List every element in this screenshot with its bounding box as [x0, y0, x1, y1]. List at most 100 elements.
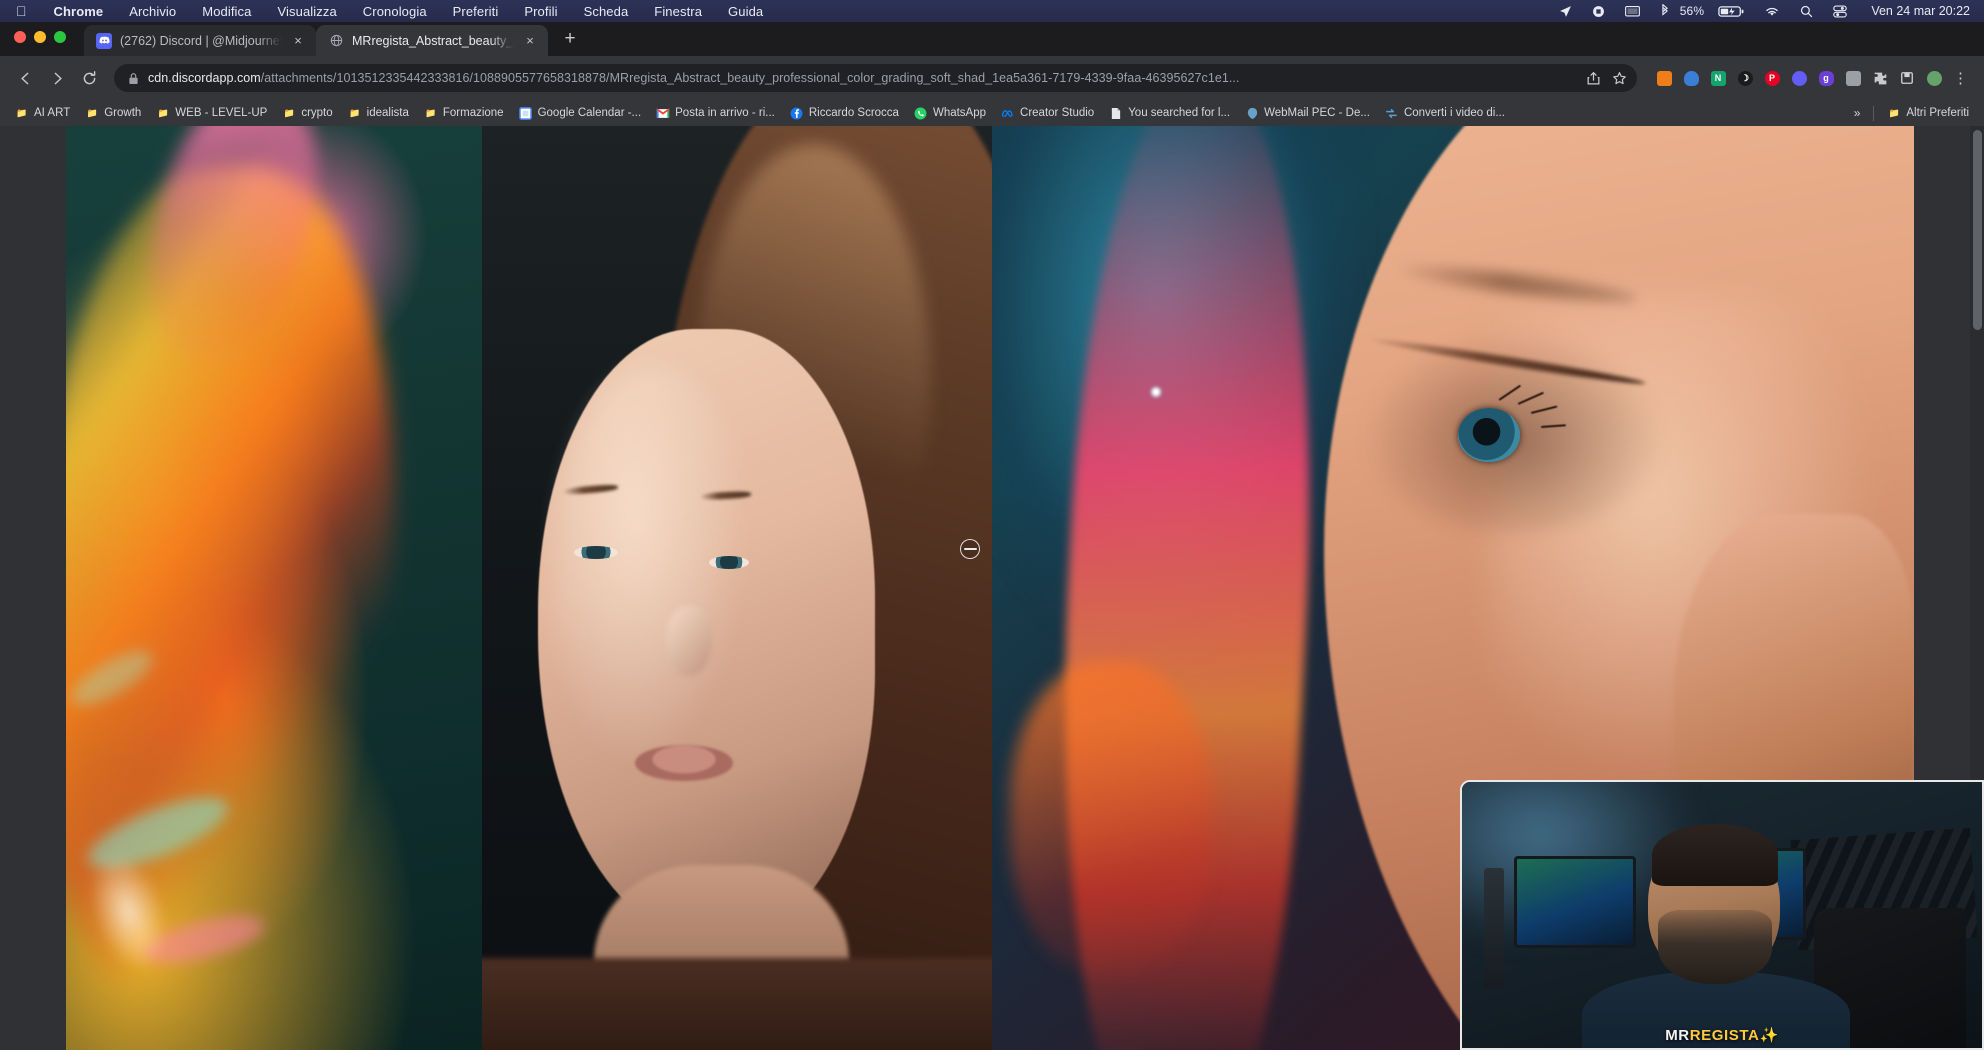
honey-extension-icon[interactable]	[1651, 65, 1677, 91]
avatar-profile-icon[interactable]	[1921, 65, 1947, 91]
person-beard	[1658, 910, 1772, 984]
folder-icon: 📁	[424, 106, 438, 120]
watermark-text: REGISTA	[1690, 1027, 1760, 1044]
shelf-object	[1484, 868, 1504, 988]
bookmark-label: Google Calendar -...	[538, 107, 642, 119]
menu-item-chrome[interactable]: Chrome	[41, 4, 117, 19]
lips-shape	[635, 745, 733, 781]
bookmark-label: Posta in arrivo - ri...	[675, 107, 775, 119]
menu-bar-clock[interactable]: Ven 24 mar 20:22	[1857, 4, 1970, 18]
share-icon[interactable]	[1584, 71, 1601, 86]
record-stop-icon[interactable]	[1582, 5, 1615, 18]
bluetooth-icon[interactable]	[1650, 4, 1680, 18]
menu-item-scheda[interactable]: Scheda	[571, 4, 642, 19]
bookmarks-right-group: » 📁 Altri Preferiti	[1847, 103, 1976, 123]
shield-extension-icon[interactable]	[1678, 65, 1704, 91]
menu-item-profili[interactable]: Profili	[511, 4, 570, 19]
iris-shape	[1458, 408, 1520, 462]
apple-logo-icon[interactable]: 	[12, 3, 41, 19]
bookmark-idealista[interactable]: 📁 idealista	[341, 103, 416, 123]
puzzle-extensions-icon[interactable]	[1867, 65, 1893, 91]
reload-icon[interactable]	[74, 63, 104, 93]
folder-icon: 📁	[156, 106, 170, 120]
lock-icon	[128, 72, 139, 85]
bookmark-webmail-pec[interactable]: WebMail PEC - De...	[1238, 103, 1377, 123]
display-icon[interactable]	[1615, 5, 1650, 18]
folder-icon: 📁	[1887, 106, 1901, 120]
tab-image[interactable]: MRregista_Abstract_beauty_... ×	[316, 25, 548, 56]
menu-item-archivio[interactable]: Archivio	[116, 4, 189, 19]
new-tab-button[interactable]: +	[556, 25, 584, 53]
menu-bar-items:  Chrome Archivio Modifica Visualizza Cr…	[0, 3, 776, 19]
folder-icon: 📁	[282, 106, 296, 120]
globe-icon	[328, 33, 344, 49]
tab-title: MRregista_Abstract_beauty_...	[352, 34, 514, 48]
bookmarks-overflow-button[interactable]: »	[1847, 104, 1868, 122]
bookmark-crypto[interactable]: 📁 crypto	[275, 103, 339, 123]
location-arrow-icon[interactable]	[1549, 5, 1582, 18]
star-icon[interactable]	[1610, 71, 1627, 86]
address-bar[interactable]: cdn.discordapp.com/attachments/101351233…	[114, 64, 1637, 92]
grammar-check-extension-icon[interactable]: g	[1813, 65, 1839, 91]
menu-item-preferiti[interactable]: Preferiti	[440, 4, 512, 19]
bookmark-creator-studio[interactable]: Creator Studio	[994, 103, 1101, 123]
bookmark-converti-video[interactable]: Converti i video di...	[1378, 103, 1512, 123]
loom-extension-icon[interactable]	[1786, 65, 1812, 91]
menu-item-cronologia[interactable]: Cronologia	[350, 4, 440, 19]
bookmark-riccardo-scrocca[interactable]: Riccardo Scrocca	[783, 103, 906, 123]
menu-bar-status-area: 56% Ven 24 mar 20:22	[1549, 4, 1984, 18]
bookmark-label: Converti i video di...	[1404, 107, 1505, 119]
eye-right	[709, 556, 749, 569]
dark-reader-extension-icon[interactable]: ☽	[1732, 65, 1758, 91]
bookmark-label: Formazione	[443, 107, 504, 119]
bookmark-google-calendar[interactable]: Google Calendar -...	[512, 103, 649, 123]
menu-item-guida[interactable]: Guida	[715, 4, 776, 19]
menu-item-visualizza[interactable]: Visualizza	[264, 4, 349, 19]
tab-close-icon[interactable]: ×	[522, 33, 538, 49]
macos-menu-bar:  Chrome Archivio Modifica Visualizza Cr…	[0, 0, 1984, 22]
link-cursor-icon	[960, 539, 980, 559]
folder-icon: 📁	[85, 106, 99, 120]
zoom-button[interactable]	[54, 31, 66, 43]
tabs-container: (2762) Discord | @Midjourney × MRregista…	[84, 22, 584, 56]
control-center-icon[interactable]	[1823, 5, 1857, 18]
menu-item-modifica[interactable]: Modifica	[189, 4, 264, 19]
bookmark-other-bookmarks[interactable]: 📁 Altri Preferiti	[1880, 103, 1976, 123]
close-button[interactable]	[14, 31, 26, 43]
watermark-prefix: MR	[1665, 1027, 1690, 1044]
pinterest-extension-icon[interactable]: P	[1759, 65, 1785, 91]
bookmark-formazione[interactable]: 📁 Formazione	[417, 103, 511, 123]
bookmark-ai-art[interactable]: 📁 AI ART	[8, 103, 77, 123]
kebab-menu-icon[interactable]: ⋮	[1948, 65, 1974, 91]
url-domain: cdn.discordapp.com	[148, 71, 261, 85]
extensions-row: N ☽ P g ⋮	[1647, 65, 1974, 91]
bookmark-growth[interactable]: 📁 Growth	[78, 103, 148, 123]
forward-arrow-icon[interactable]	[42, 63, 72, 93]
browser-toolbar: cdn.discordapp.com/attachments/101351233…	[0, 56, 1984, 100]
back-arrow-icon[interactable]	[10, 63, 40, 93]
bookmark-you-searched-for[interactable]: You searched for l...	[1102, 103, 1237, 123]
bookmark-label: You searched for l...	[1128, 107, 1230, 119]
url-text: cdn.discordapp.com/attachments/101351233…	[148, 71, 1575, 85]
scrollbar-thumb[interactable]	[1973, 130, 1982, 330]
tab-discord[interactable]: (2762) Discord | @Midjourney ×	[84, 25, 316, 56]
minimize-button[interactable]	[34, 31, 46, 43]
bookmark-label: idealista	[367, 107, 409, 119]
whatsapp-icon	[914, 106, 928, 120]
nose-shape	[666, 606, 712, 676]
save-page-extension-icon[interactable]	[1894, 65, 1920, 91]
channel-watermark: MRREGISTA✨	[1462, 1022, 1982, 1048]
wifi-icon[interactable]	[1754, 5, 1790, 18]
search-icon[interactable]	[1790, 5, 1823, 18]
watermark-suffix: ✨	[1760, 1026, 1779, 1044]
bookmark-whatsapp[interactable]: WhatsApp	[907, 103, 993, 123]
menu-item-finestra[interactable]: Finestra	[641, 4, 715, 19]
grammarly-extension-icon[interactable]: N	[1705, 65, 1731, 91]
bookmark-gmail-inbox[interactable]: Posta in arrivo - ri...	[649, 103, 782, 123]
person-hair	[1652, 824, 1778, 886]
bookmark-web-level-up[interactable]: 📁 WEB - LEVEL-UP	[149, 103, 274, 123]
bookmark-label: WEB - LEVEL-UP	[175, 107, 267, 119]
tab-close-icon[interactable]: ×	[290, 33, 306, 49]
battery-icon[interactable]	[1708, 5, 1754, 18]
analytics-extension-icon[interactable]	[1840, 65, 1866, 91]
